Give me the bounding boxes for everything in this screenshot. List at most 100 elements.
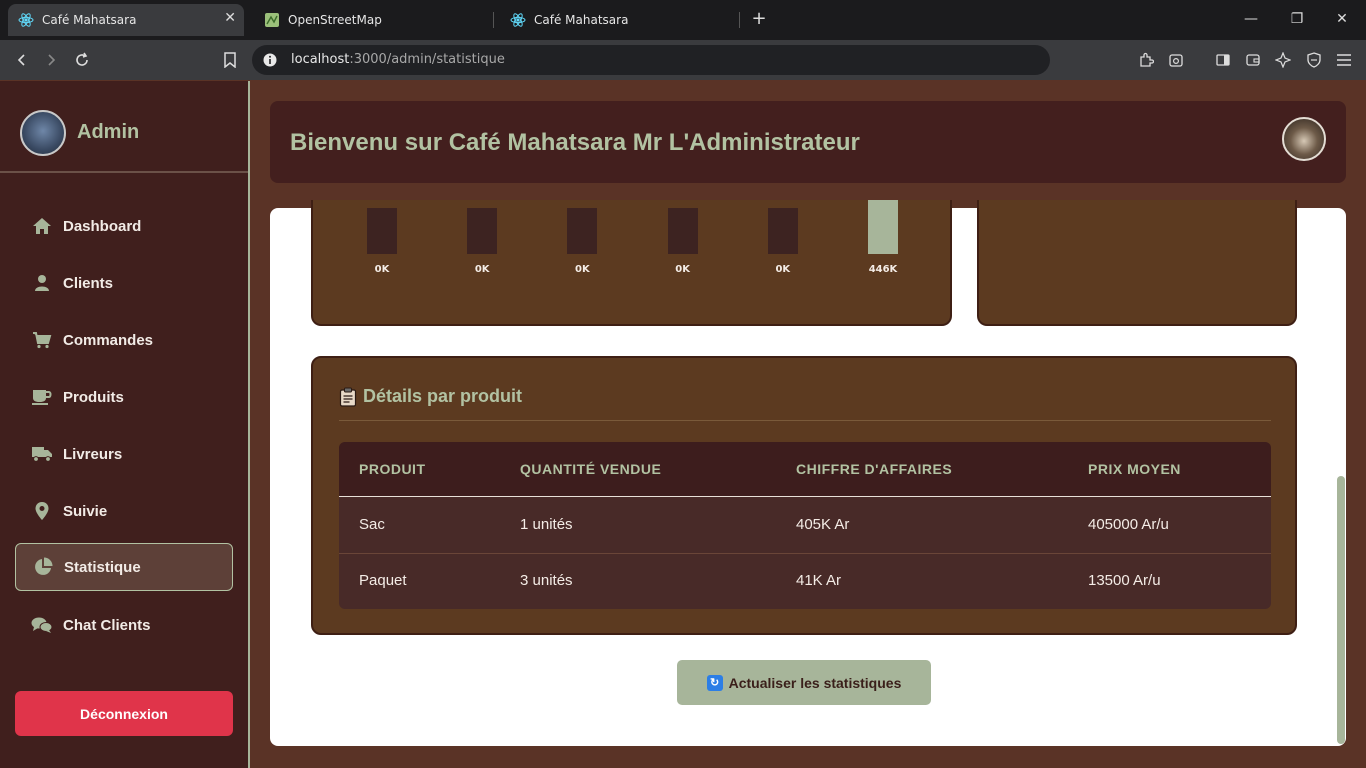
sidebar-item-dashboard[interactable]: Dashboard bbox=[15, 202, 233, 250]
logout-button[interactable]: Déconnexion bbox=[15, 691, 233, 736]
column-header-chiffre: CHIFFRE D'AFFAIRES bbox=[796, 461, 953, 477]
sidebar-item-label: Statistique bbox=[64, 558, 141, 576]
sidebar-item-chat-clients[interactable]: Chat Clients bbox=[15, 601, 233, 649]
cell-chiffre: 41K Ar bbox=[796, 572, 842, 589]
revenue-chart-card: 0K 0K 0K 0K 0K 446K bbox=[311, 200, 952, 326]
refresh-stats-button[interactable]: ↻ Actualiser les statistiques bbox=[677, 660, 931, 705]
scrollbar-thumb[interactable] bbox=[1337, 476, 1345, 744]
tab-separator bbox=[493, 12, 494, 28]
chart-bar bbox=[467, 208, 498, 254]
cell-prix: 13500 Ar/u bbox=[1088, 572, 1161, 589]
truck-icon bbox=[31, 443, 53, 465]
sidebar-item-commandes[interactable]: Commandes bbox=[15, 316, 233, 364]
browser-tab-3[interactable]: Café Mahatsara bbox=[500, 4, 736, 36]
cell-quantite: 3 unités bbox=[520, 572, 573, 589]
react-icon bbox=[18, 13, 34, 27]
chart-bar bbox=[868, 200, 898, 254]
back-icon[interactable] bbox=[12, 50, 32, 70]
user-icon bbox=[31, 272, 53, 294]
sidebar-item-label: Suivie bbox=[63, 502, 108, 520]
url-text[interactable]: localhost:3000/admin/statistique bbox=[291, 52, 505, 67]
cart-icon bbox=[31, 329, 53, 351]
minimize-icon[interactable]: — bbox=[1241, 8, 1261, 30]
browser-tab-label: Café Mahatsara bbox=[42, 13, 137, 27]
chart-bar-label: 446K bbox=[868, 264, 898, 275]
table-row: Sac 1 unités 405K Ar 405000 Ar/u bbox=[339, 498, 1271, 554]
chart-bar bbox=[367, 208, 397, 254]
table-header: PRODUIT QUANTITÉ VENDUE CHIFFRE D'AFFAIR… bbox=[339, 442, 1271, 497]
reload-icon[interactable] bbox=[72, 50, 92, 70]
bookmark-icon[interactable] bbox=[220, 50, 240, 70]
sidebar-item-label: Commandes bbox=[63, 331, 154, 349]
sidebar-toggle-icon[interactable] bbox=[1213, 50, 1233, 70]
refresh-icon: ↻ bbox=[706, 674, 723, 691]
cell-quantite: 1 unités bbox=[520, 516, 573, 533]
pie-chart-icon bbox=[32, 556, 54, 578]
browser-tab-2[interactable]: OpenStreetMap bbox=[254, 4, 490, 36]
column-header-prix: PRIX MOYEN bbox=[1088, 461, 1181, 477]
forward-icon[interactable] bbox=[41, 50, 61, 70]
product-details-title-text: Détails par produit bbox=[363, 386, 523, 406]
chart-bar-label: 0K bbox=[775, 264, 791, 275]
sidebar-item-livreurs[interactable]: Livreurs bbox=[15, 430, 233, 478]
sidebar-item-clients[interactable]: Clients bbox=[15, 259, 233, 307]
sidebar-item-label: Dashboard bbox=[63, 217, 142, 235]
url-path: :3000/admin/statistique bbox=[349, 52, 505, 67]
clipboard-icon bbox=[339, 387, 357, 407]
close-tab-icon[interactable]: ✕ bbox=[224, 10, 236, 26]
sidebar-item-suivie[interactable]: Suivie bbox=[15, 487, 233, 535]
sidebar-item-statistique[interactable]: Statistique bbox=[15, 543, 233, 591]
chart-bar-label: 0K bbox=[575, 264, 590, 275]
refresh-stats-label: Actualiser les statistiques bbox=[728, 674, 902, 691]
sidebar-item-label: Chat Clients bbox=[63, 616, 151, 634]
url-host: localhost bbox=[291, 52, 350, 67]
cell-produit: Paquet bbox=[359, 572, 407, 589]
cell-prix: 405000 Ar/u bbox=[1088, 516, 1169, 533]
product-details-title: Détails par produit bbox=[339, 386, 522, 407]
admin-avatar[interactable] bbox=[20, 110, 66, 156]
sidebar-item-label: Produits bbox=[63, 388, 124, 406]
map-pin-icon bbox=[31, 500, 53, 522]
product-details-card: Détails par produit PRODUIT QUANTITÉ VEN… bbox=[311, 356, 1297, 635]
title-divider bbox=[339, 420, 1271, 421]
maximize-icon[interactable]: ❐ bbox=[1287, 8, 1307, 30]
chart-bar-label: 0K bbox=[474, 264, 490, 275]
admin-name: Admin bbox=[77, 121, 140, 143]
chat-icon bbox=[31, 614, 53, 636]
browser-tab-1[interactable]: Café Mahatsara ✕ bbox=[8, 4, 244, 36]
product-details-table: PRODUIT QUANTITÉ VENDUE CHIFFRE D'AFFAIR… bbox=[339, 442, 1271, 609]
site-info-icon[interactable] bbox=[262, 52, 278, 68]
chart-bar bbox=[567, 208, 598, 254]
close-window-icon[interactable]: ✕ bbox=[1332, 8, 1352, 30]
chart-bar bbox=[767, 208, 798, 254]
menu-icon[interactable] bbox=[1334, 50, 1354, 70]
tab-search-icon[interactable] bbox=[1166, 50, 1186, 70]
home-icon bbox=[31, 215, 53, 237]
extensions-icon[interactable] bbox=[1136, 50, 1156, 70]
cell-produit: Sac bbox=[359, 516, 385, 533]
sidebar-item-produits[interactable]: Produits bbox=[15, 373, 233, 421]
address-bar[interactable]: localhost:3000/admin/statistique bbox=[252, 45, 1050, 75]
column-header-produit: PRODUIT bbox=[359, 461, 426, 477]
sidebar-border bbox=[248, 81, 250, 768]
wallet-icon[interactable] bbox=[1243, 50, 1263, 70]
header-avatar[interactable] bbox=[1282, 117, 1326, 161]
browser-tab-label: OpenStreetMap bbox=[288, 13, 382, 27]
browser-tab-label: Café Mahatsara bbox=[534, 13, 629, 27]
chart-bar-label: 0K bbox=[374, 264, 390, 275]
header-banner: Bienvenu sur Café Mahatsara Mr L'Adminis… bbox=[270, 101, 1346, 183]
chart-bar bbox=[667, 208, 698, 254]
browser-tab-bar: Café Mahatsara ✕ OpenStreetMap Café Maha… bbox=[0, 0, 1366, 40]
table-row: Paquet 3 unités 41K Ar 13500 Ar/u bbox=[339, 553, 1271, 609]
secondary-chart-card bbox=[977, 200, 1297, 326]
map-icon bbox=[265, 13, 279, 27]
leo-ai-icon[interactable] bbox=[1273, 50, 1293, 70]
chart-bar-label: 0K bbox=[675, 264, 690, 275]
sidebar-item-label: Livreurs bbox=[63, 445, 123, 463]
vpn-icon[interactable] bbox=[1304, 50, 1324, 70]
sidebar-item-label: Clients bbox=[63, 274, 114, 292]
new-tab-icon[interactable]: + bbox=[748, 8, 770, 30]
page-title: Bienvenu sur Café Mahatsara Mr L'Adminis… bbox=[290, 129, 860, 156]
react-icon bbox=[510, 13, 526, 27]
sidebar bbox=[0, 81, 248, 768]
